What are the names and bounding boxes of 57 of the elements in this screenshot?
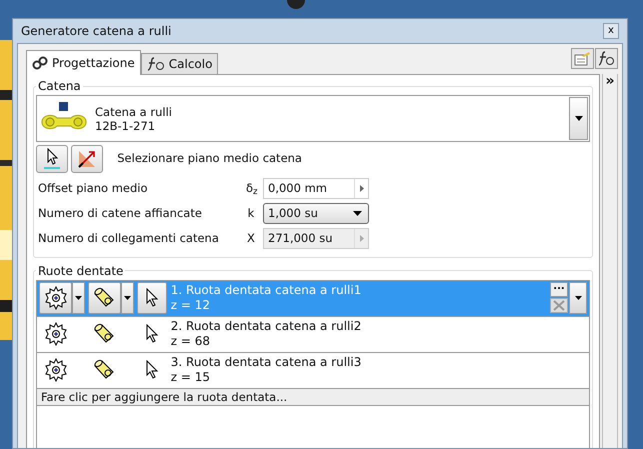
add-row[interactable]: Fare clic per aggiungere la ruota dentata...: [37, 388, 589, 406]
field-label: Offset piano medio: [37, 180, 149, 197]
function-icon: [146, 57, 165, 71]
delete-icon: [553, 300, 565, 312]
arrow-icon: [360, 184, 364, 192]
select-button[interactable]: [36, 144, 68, 173]
function-icon: [598, 51, 615, 66]
caret-icon: [124, 296, 131, 300]
dropdown-button[interactable]: [569, 97, 588, 140]
teeth-count: z = 15: [170, 370, 212, 386]
dropdown-button[interactable]: [120, 282, 134, 314]
list-row[interactable]: 2. Ruota dentata catena a rulli2 z = 68: [37, 316, 589, 353]
more-button[interactable]: ...: [550, 282, 568, 298]
flip-button[interactable]: [70, 144, 103, 173]
expand-button[interactable]: »: [605, 74, 615, 88]
teeth-count: z = 68: [170, 334, 212, 350]
cursor-icon: [43, 148, 61, 170]
input-field[interactable]: 0,000 mm: [263, 178, 369, 199]
symbol-label: k: [246, 204, 256, 222]
chain-code: 12B-1-271: [95, 118, 156, 132]
symbol-label: δ$_{z}$: [246, 180, 256, 197]
field-label: Numero di catene affiancate: [37, 204, 203, 222]
field-label: Numero di collegamenti catena: [37, 230, 220, 247]
select-button[interactable]: [136, 282, 167, 314]
close-button[interactable]: x: [603, 23, 619, 39]
arrow-icon: [360, 234, 364, 242]
dropdown-button[interactable]: [72, 282, 85, 314]
instruction-text: Selezionare piano medio catena: [117, 150, 302, 168]
list-row[interactable]: 1. Ruota dentata catena a rulli1 z = 12 ...: [37, 280, 589, 317]
tab[interactable]: Calcolo: [140, 53, 218, 74]
cylinder-button[interactable]: [88, 282, 121, 314]
group-label: Catena: [37, 79, 82, 93]
caret-icon: [353, 210, 362, 216]
cursor-icon: [144, 360, 159, 380]
chain-name: Catena a rulli: [95, 104, 172, 118]
dropdown-button[interactable]: [569, 282, 587, 314]
group-label: Ruote dentate: [37, 264, 124, 278]
sprocket-name: 3. Ruota dentata catena a rulli3: [170, 355, 362, 370]
caret-icon: [574, 116, 582, 121]
calculation-button[interactable]: [595, 48, 618, 69]
flip-arrow-icon: [76, 148, 97, 169]
caret-icon: [75, 296, 82, 300]
tab[interactable]: Progettazione: [26, 50, 141, 75]
dropdown-field[interactable]: 1,000 su: [263, 202, 369, 224]
caret-icon: [574, 296, 582, 300]
notes-button[interactable]: [571, 48, 594, 69]
notepad-icon: [574, 51, 591, 66]
cursor-icon: [144, 324, 159, 344]
teeth-count: z = 12: [170, 298, 212, 314]
symbol-label: X: [246, 230, 256, 247]
cursor-icon: [144, 288, 159, 308]
sprocket-name: 2. Ruota dentata catena a rulli2: [170, 319, 362, 334]
chain-icon: [32, 56, 48, 70]
sprocket-button[interactable]: [39, 282, 72, 314]
sprocket-name: 1. Ruota dentata catena a rulli1: [170, 283, 362, 298]
chain-selector[interactable]: Catena a rulli 12B-1-271: [36, 95, 590, 142]
window-title: Generatore catena a rulli: [21, 23, 172, 40]
